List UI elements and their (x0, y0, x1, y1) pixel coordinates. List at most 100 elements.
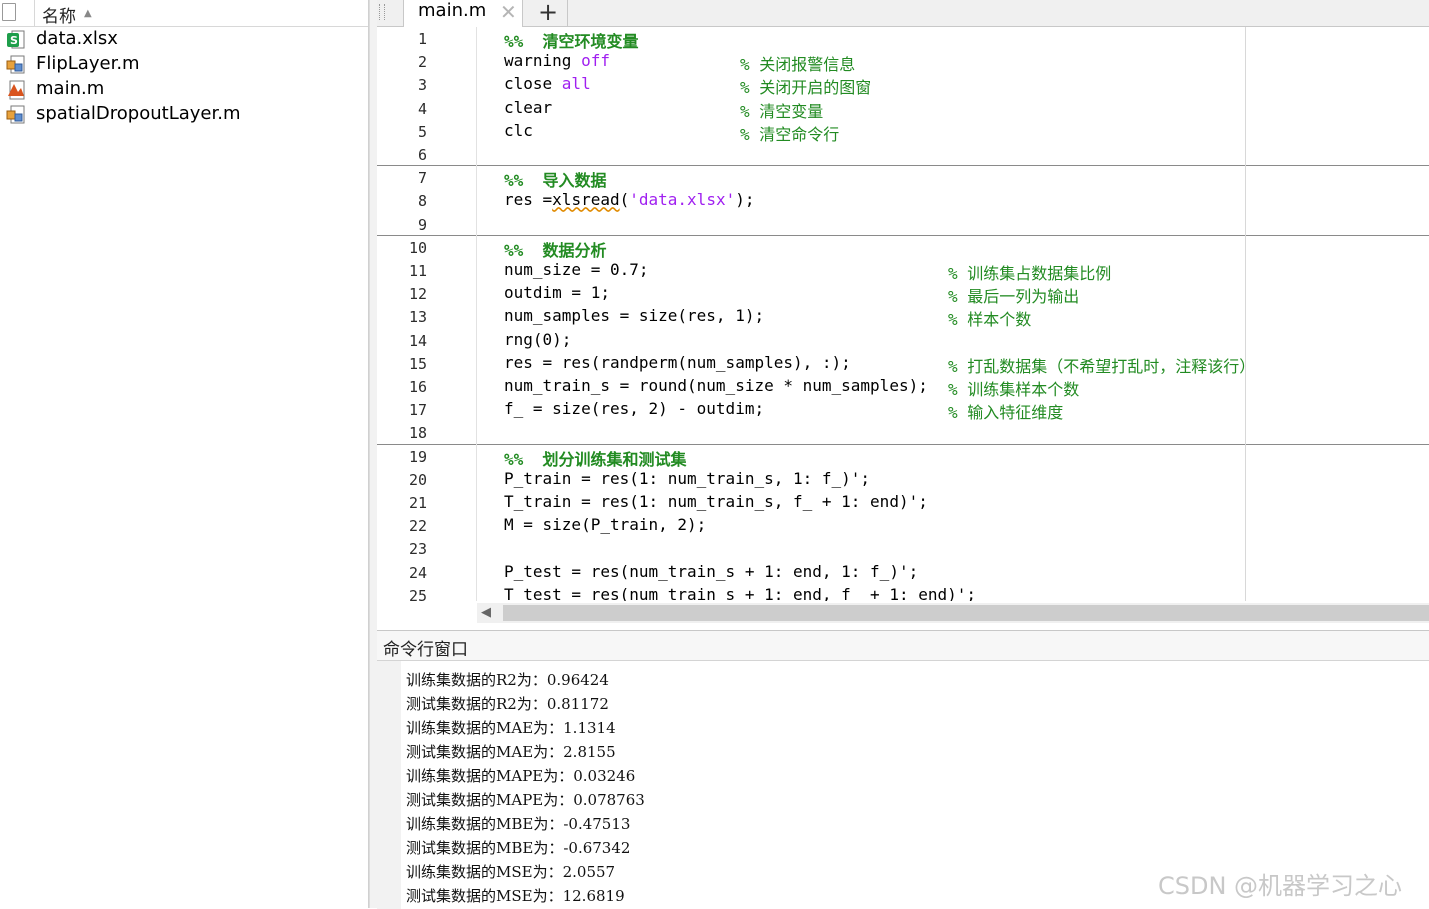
code-line[interactable]: 12 outdim = 1; % 最后一列为输出 (377, 282, 1429, 307)
code-token: clc (504, 120, 533, 140)
file-item[interactable]: spatialDropoutLayer.m (0, 102, 368, 127)
close-icon[interactable]: ✕ (500, 0, 517, 24)
code-line[interactable]: 13 num_samples = size(res, 1); % 样本个数 (377, 305, 1429, 330)
code-area[interactable]: 1 %% 清空环境变量 2 warning off % 关闭报警信息 3 close all… (377, 27, 1429, 601)
code-token: num_size = 0.7; (504, 260, 649, 279)
code-text: num_size = 0.7; (504, 260, 649, 279)
line-number: 5 (417, 122, 427, 141)
file-list-header: 名称 ▲ (0, 0, 368, 27)
scroll-left-icon[interactable]: ◀ (481, 603, 491, 623)
code-token: ); (735, 190, 755, 210)
line-number: 24 (408, 563, 427, 582)
line-number: 2 (417, 53, 427, 72)
line-number: 15 (408, 354, 427, 373)
code-line[interactable]: 24 P_test = res(num_train_s + 1: end, 1: … (377, 561, 1429, 584)
type-column-icon[interactable] (2, 3, 16, 21)
code-comment: % 样本个数 (948, 310, 1032, 330)
code-line[interactable]: 18 (377, 421, 1429, 444)
line-number: 16 (408, 378, 427, 396)
new-tab-button[interactable]: + (529, 0, 568, 26)
code-text: f_ = size(res, 2) - outdim; (504, 399, 764, 418)
horizontal-scrollbar[interactable]: ◀ (477, 603, 1429, 623)
output-line: 测试集数据的MSE为：12.6819 (406, 887, 625, 905)
code-line[interactable]: 16 num_train_s = round(num_size * num_sam… (377, 375, 1429, 399)
line-number: 17 (408, 401, 427, 420)
line-number: 6 (417, 146, 427, 164)
code-text: clear (504, 98, 552, 117)
code-text: warning off (504, 51, 610, 70)
code-line[interactable]: 2 warning off % 关闭报警信息 (377, 50, 1429, 74)
code-line[interactable]: 9 (377, 213, 1429, 236)
file-item[interactable]: main.m (0, 77, 368, 102)
output-line: 训练集数据的MAE为：1.1314 (406, 719, 616, 737)
section-header: %% 导入数据 (504, 171, 607, 191)
code-text: %% 导入数据 (504, 167, 607, 191)
code-token: outdim = 1; (504, 283, 610, 303)
editor-panel: main.m ✕ + 1 %% 清空环境变量 2 warning off % 关闭报警信… (377, 0, 1429, 630)
command-window-titlebar: 命令行窗口 (377, 631, 1429, 661)
column-separator[interactable] (34, 0, 35, 26)
code-line[interactable]: 4 clear % 清空变量 (377, 97, 1429, 121)
code-line[interactable]: 22 M = size(P_train, 2); (377, 514, 1429, 537)
code-text: res = res(randperm(num_samples), :); (504, 353, 851, 372)
code-line[interactable]: 10 %% 数据分析 (377, 236, 1429, 260)
line-number: 12 (408, 285, 427, 304)
code-warning-token: xlsread (552, 190, 620, 210)
output-line: 测试集数据的MBE为：-0.67342 (406, 839, 631, 857)
code-text: %% 划分训练集和测试集 (504, 446, 687, 470)
keyword-token: all (561, 74, 591, 94)
code-line[interactable]: 8 res =xlsread('data.xlsx'); (377, 189, 1429, 212)
class-file-icon (6, 55, 25, 74)
line-number: 7 (417, 169, 427, 188)
tab-main-m[interactable]: main.m ✕ (403, 0, 523, 27)
code-comment: % 最后一列为输出 (948, 287, 1080, 307)
code-token: res = (504, 190, 553, 210)
gutter-divider (476, 27, 477, 601)
code-text: num_samples = size(res, 1); (504, 306, 764, 325)
panel-splitter[interactable] (369, 0, 377, 908)
code-line[interactable]: 20 P_train = res(1: num_train_s, 1: f_)'; (377, 468, 1429, 491)
code-line[interactable]: 6 (377, 143, 1429, 166)
code-token: P_train = res(1: num_train_s, 1: f_)'; (504, 468, 871, 488)
excel-file-icon: S (7, 30, 25, 49)
code-comment: % 训练集样本个数 (948, 380, 1080, 399)
code-text: P_test = res(num_train_s + 1: end, 1: f_… (504, 562, 918, 581)
code-line[interactable]: 15 res = res(randperm(num_samples), :); % … (377, 352, 1429, 376)
code-token: ( (619, 190, 630, 210)
current-folder-panel: 名称 ▲ S data.xlsx FlipLayer.m main.m spat… (0, 0, 369, 908)
file-name: main.m (36, 78, 105, 99)
output-line: 训练集数据的MBE为：-0.47513 (406, 815, 631, 833)
code-token: close (504, 74, 562, 94)
code-line[interactable]: 19 %% 划分训练集和测试集 (377, 445, 1429, 470)
code-line[interactable]: 11 num_size = 0.7; % 训练集占数据集比例 (377, 259, 1429, 283)
code-comment: % 输入特征维度 (948, 403, 1064, 423)
code-line[interactable]: 17 f_ = size(res, 2) - outdim; % 输入特征维度 (377, 398, 1429, 423)
code-line[interactable]: 3 close all % 关闭开启的图窗 (377, 73, 1429, 97)
code-line[interactable]: 7 %% 导入数据 (377, 166, 1429, 191)
code-line[interactable]: 21 T_train = res(1: num_train_s, f_ + 1: … (377, 491, 1429, 514)
line-number: 21 (408, 494, 427, 512)
drag-grip-icon[interactable] (379, 4, 385, 20)
output-line: 训练集数据的MAPE为：0.03246 (406, 767, 636, 785)
code-line[interactable]: 5 clc % 清空命令行 (377, 120, 1429, 144)
code-line[interactable]: 1 %% 清空环境变量 (377, 27, 1429, 51)
section-header: %% 数据分析 (504, 240, 607, 260)
code-text: outdim = 1; (504, 283, 610, 302)
svg-text:S: S (10, 34, 18, 47)
code-comment: % 打乱数据集（不希望打乱时，注释该行） (948, 356, 1256, 376)
line-number: 23 (408, 540, 427, 559)
name-column-header[interactable]: 名称 (42, 2, 76, 27)
code-line[interactable]: 14 rng(0); (377, 329, 1429, 352)
code-token: T_test = res(num_train_s + 1: end, f_ + … (504, 584, 977, 601)
code-token: clear (504, 97, 553, 117)
right-margin-line (1245, 27, 1246, 601)
scrollbar-thumb[interactable] (503, 605, 1429, 621)
code-text: rng(0); (504, 330, 571, 349)
code-line[interactable]: 25 T_test = res(num_train_s + 1: end, f_ … (377, 584, 1429, 601)
command-window-gutter (377, 661, 401, 909)
file-item[interactable]: FlipLayer.m (0, 52, 368, 77)
code-line[interactable]: 23 (377, 537, 1429, 560)
code-token: M = size(P_train, 2); (504, 515, 707, 535)
sort-ascending-icon: ▲ (84, 8, 92, 19)
file-item[interactable]: S data.xlsx (0, 27, 368, 52)
